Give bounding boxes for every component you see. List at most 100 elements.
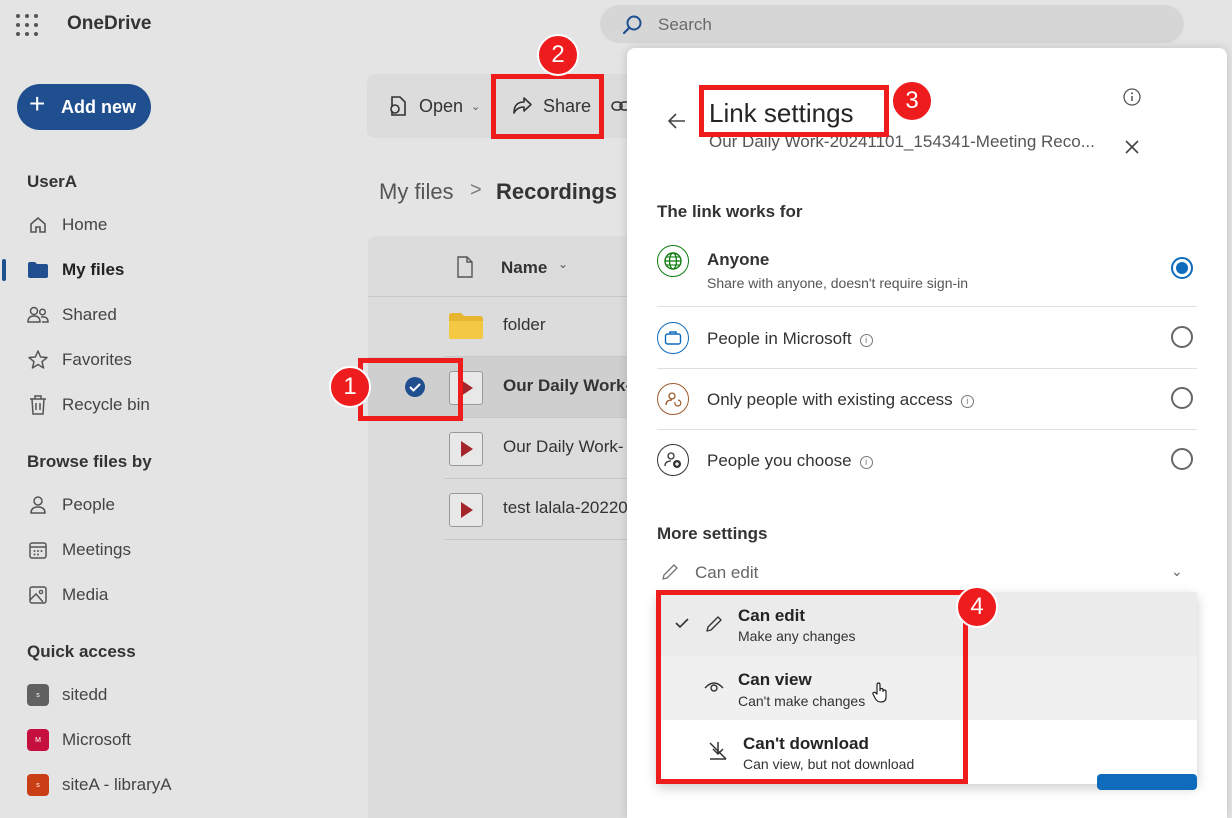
column-header-name[interactable]: Name bbox=[501, 258, 547, 278]
open-label: Open bbox=[419, 95, 464, 116]
sidebar-item-shared[interactable]: Shared bbox=[27, 300, 327, 330]
option-title: Only people with existing access i bbox=[707, 390, 974, 410]
open-button[interactable]: Open ⌄ bbox=[387, 74, 480, 138]
site-badge: M bbox=[27, 729, 49, 751]
option-title: People in Microsoft i bbox=[707, 329, 873, 349]
quick-access-label: sitedd bbox=[62, 685, 108, 704]
search-box[interactable]: Search bbox=[600, 5, 1184, 43]
option-title: Anyone bbox=[707, 250, 770, 269]
sidebar-item-people[interactable]: People bbox=[27, 490, 327, 520]
permission-dropdown[interactable]: Can edit ⌄ bbox=[657, 558, 1197, 588]
sidebar-item-favorites[interactable]: Favorites bbox=[27, 345, 327, 375]
more-settings-header: More settings bbox=[657, 524, 768, 543]
radio-existing-access[interactable] bbox=[1171, 387, 1193, 409]
sidebar-item-home[interactable]: Home bbox=[27, 210, 327, 240]
annotation-badge-3: 3 bbox=[891, 80, 933, 122]
file-name[interactable]: folder bbox=[503, 315, 546, 335]
info-icon: i bbox=[960, 395, 974, 408]
quick-access-item-sitea[interactable]: s siteA - libraryA bbox=[27, 770, 327, 800]
add-new-button[interactable]: + Add new bbox=[17, 84, 151, 130]
image-icon bbox=[27, 584, 49, 606]
file-type-icon bbox=[456, 256, 474, 283]
annotation-badge-2: 2 bbox=[537, 34, 579, 76]
sidebar-item-label: Meetings bbox=[62, 540, 131, 559]
quick-access-item-microsoft[interactable]: M Microsoft bbox=[27, 725, 327, 755]
home-icon bbox=[27, 214, 49, 236]
quick-access-label: Microsoft bbox=[62, 730, 131, 749]
option-desc: Share with anyone, doesn't require sign-… bbox=[707, 275, 969, 291]
site-badge: s bbox=[27, 684, 49, 706]
info-icon: i bbox=[859, 334, 873, 347]
trash-icon bbox=[27, 394, 49, 416]
video-file-icon bbox=[449, 432, 483, 466]
sidebar-item-media[interactable]: Media bbox=[27, 580, 327, 610]
open-icon bbox=[390, 96, 406, 116]
globe-icon bbox=[657, 245, 689, 277]
video-file-icon bbox=[449, 493, 483, 527]
sidebar-item-my-files[interactable]: My files bbox=[27, 255, 327, 285]
sidebar-item-label: Recycle bin bbox=[62, 395, 150, 414]
plus-icon: + bbox=[29, 88, 46, 119]
info-icon: i bbox=[859, 456, 873, 469]
active-indicator bbox=[2, 259, 6, 281]
search-icon bbox=[622, 14, 644, 41]
table-row[interactable]: test lalala-20220 bbox=[368, 479, 630, 540]
pencil-icon bbox=[660, 562, 680, 587]
sidebar-item-label: My files bbox=[62, 260, 125, 279]
works-for-header: The link works for bbox=[657, 202, 803, 221]
file-name[interactable]: Our Daily Work- bbox=[503, 376, 631, 396]
annotation-box-3 bbox=[699, 85, 889, 137]
sidebar-item-label: Media bbox=[62, 585, 109, 604]
calendar-icon bbox=[27, 539, 49, 561]
annotation-box-4 bbox=[656, 590, 968, 784]
search-placeholder: Search bbox=[658, 15, 712, 34]
quick-access-label: siteA - libraryA bbox=[62, 775, 172, 794]
chevron-down-icon[interactable]: ⌄ bbox=[558, 257, 568, 271]
chevron-down-icon: ⌄ bbox=[471, 100, 481, 113]
file-list: Name ⌄ folder Our Daily Work- Our Daily … bbox=[368, 236, 631, 818]
folder-icon bbox=[27, 259, 49, 281]
people-icon bbox=[27, 304, 49, 326]
apply-button[interactable] bbox=[1097, 774, 1197, 790]
add-new-label: Add new bbox=[61, 97, 136, 117]
briefcase-icon bbox=[657, 322, 689, 354]
person-icon bbox=[27, 494, 49, 516]
browse-header: Browse files by bbox=[27, 452, 152, 471]
permission-value: Can edit bbox=[695, 563, 759, 582]
back-arrow-icon[interactable] bbox=[667, 111, 687, 136]
option-existing-access[interactable]: Only people with existing access i bbox=[657, 368, 1197, 429]
close-icon[interactable] bbox=[1124, 139, 1140, 160]
user-header: UserA bbox=[27, 172, 78, 191]
quick-access-header: Quick access bbox=[27, 642, 136, 661]
sidebar-item-label: People bbox=[62, 495, 115, 514]
option-people-in-microsoft[interactable]: People in Microsoft i bbox=[657, 307, 1197, 368]
sidebar-item-label: Shared bbox=[62, 305, 117, 324]
file-name[interactable]: test lalala-20220 bbox=[503, 498, 628, 518]
option-title: People you choose i bbox=[707, 451, 873, 471]
annotation-badge-4: 4 bbox=[956, 586, 998, 628]
person-refresh-icon bbox=[657, 383, 689, 415]
option-people-you-choose[interactable]: People you choose i bbox=[657, 429, 1197, 490]
folder-icon bbox=[448, 312, 484, 345]
sidebar-item-label: Favorites bbox=[62, 350, 132, 369]
quick-access-item-sitedd[interactable]: s sitedd bbox=[27, 680, 327, 710]
option-anyone[interactable]: Anyone Share with anyone, doesn't requir… bbox=[657, 244, 1197, 305]
file-name[interactable]: Our Daily Work- bbox=[503, 437, 624, 457]
site-badge: s bbox=[27, 774, 49, 796]
annotation-box-2 bbox=[491, 74, 604, 139]
app-title[interactable]: OneDrive bbox=[67, 13, 151, 35]
table-row[interactable]: folder bbox=[368, 296, 630, 357]
chevron-down-icon[interactable]: ⌄ bbox=[1171, 563, 1183, 580]
breadcrumb-my-files[interactable]: My files bbox=[379, 179, 454, 205]
radio-people-in-microsoft[interactable] bbox=[1171, 326, 1193, 348]
sidebar-item-meetings[interactable]: Meetings bbox=[27, 535, 327, 565]
radio-anyone[interactable] bbox=[1171, 257, 1193, 279]
person-add-icon bbox=[657, 444, 689, 476]
info-icon[interactable] bbox=[1123, 88, 1141, 111]
radio-people-you-choose[interactable] bbox=[1171, 448, 1193, 470]
annotation-box-1 bbox=[358, 358, 463, 421]
app-launcher-icon[interactable] bbox=[16, 14, 38, 36]
sidebar-item-label: Home bbox=[62, 215, 108, 234]
table-row[interactable]: Our Daily Work- bbox=[368, 418, 630, 479]
sidebar-item-recycle-bin[interactable]: Recycle bin bbox=[27, 390, 327, 420]
